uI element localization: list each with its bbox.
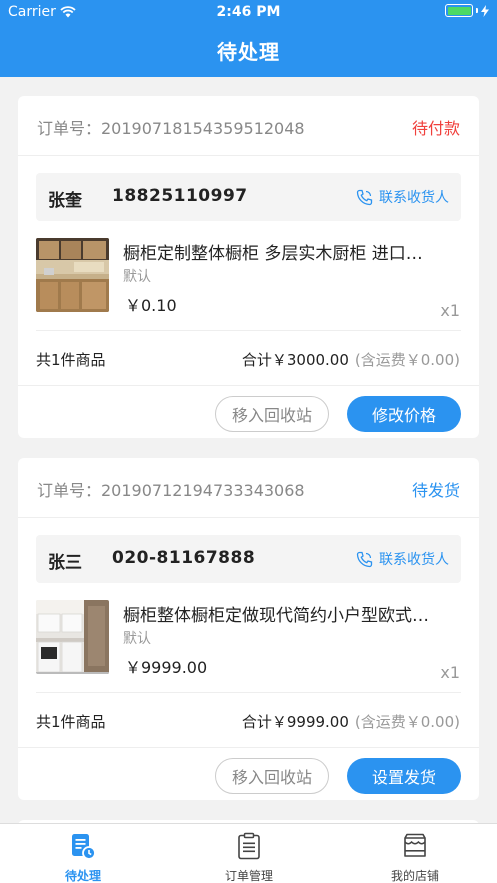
status-bar: Carrier 2:46 PM <box>0 0 497 24</box>
tab-pending[interactable]: 待处理 <box>0 824 166 883</box>
item-count: 共1件商品 <box>36 351 106 369</box>
contact-phone: 18825110997 <box>112 186 248 206</box>
battery-icon <box>445 4 473 17</box>
order-number: 订单号：20190712194733343068 <box>37 481 305 500</box>
order-header: 订单号：20190712194733343068 待发货 <box>18 458 479 518</box>
modify-price-button[interactable]: 修改价格 <box>347 396 461 432</box>
pending-doc-icon <box>72 834 96 860</box>
contact-name: 张三 <box>48 553 82 573</box>
contact-buyer-button[interactable]: 联系收货人 <box>356 187 449 207</box>
move-to-trash-button[interactable]: 移入回收站 <box>215 758 329 794</box>
shipping-fee: (含运费￥0.00) <box>354 351 460 369</box>
product-quantity: x1 <box>440 301 460 320</box>
page-title: 待处理 <box>217 40 280 64</box>
ship-order-button[interactable]: 设置发货 <box>347 758 461 794</box>
phone-icon <box>356 189 373 205</box>
product-thumbnail[interactable] <box>36 600 109 674</box>
total-amount: 合计￥9999.00 <box>241 713 349 731</box>
divider <box>18 747 479 748</box>
divider <box>36 330 461 331</box>
order-total: 合计￥9999.00 (含运费￥0.00) <box>242 711 460 732</box>
product-thumbnail[interactable] <box>36 238 109 312</box>
phone-icon <box>356 551 373 567</box>
contact-box: 张三 020-81167888 联系收货人 <box>36 535 461 583</box>
order-header: 订单号：20190718154359512048 待付款 <box>18 96 479 156</box>
contact-name: 张奎 <box>48 191 82 211</box>
total-amount: 合计￥3000.00 <box>241 351 349 369</box>
contact-box: 张奎 18825110997 联系收货人 <box>36 173 461 221</box>
item-count: 共1件商品 <box>36 713 106 731</box>
product-price: ￥9999.00 <box>125 658 208 677</box>
product-name[interactable]: 橱柜定制整体橱柜 多层实木厨柜 进口… <box>123 239 453 264</box>
order-status: 待付款 <box>411 119 460 138</box>
header-bar: Carrier 2:46 PM 待处理 <box>0 0 497 77</box>
charging-bolt-icon <box>481 4 489 17</box>
product-price: ￥0.10 <box>125 296 177 315</box>
product-name[interactable]: 橱柜整体橱柜定做现代简约小户型欧式… <box>123 601 453 626</box>
tab-label: 待处理 <box>64 869 101 883</box>
battery-indicator <box>445 4 489 17</box>
order-status: 待发货 <box>411 481 460 500</box>
tab-label: 订单管理 <box>224 869 273 883</box>
contact-buyer-label: 联系收货人 <box>379 190 449 206</box>
order-total: 合计￥3000.00 (含运费￥0.00) <box>242 349 460 370</box>
order-card[interactable]: 订单号：20190718154359512048 待付款 张奎 18825110… <box>18 96 479 438</box>
tab-order-management[interactable]: 订单管理 <box>166 824 332 883</box>
shipping-fee: (含运费￥0.00) <box>354 713 460 731</box>
move-to-trash-button[interactable]: 移入回收站 <box>215 396 329 432</box>
tab-my-store[interactable]: 我的店铺 <box>332 824 497 883</box>
contact-buyer-label: 联系收货人 <box>379 552 449 568</box>
product-spec: 默认 <box>123 269 151 285</box>
tab-bar: 待处理 订单管理 我的店铺 <box>0 823 497 883</box>
store-icon <box>404 833 426 857</box>
order-card[interactable]: 订单号：20190712194733343068 待发货 张三 020-8116… <box>18 458 479 800</box>
product-spec: 默认 <box>123 631 151 647</box>
divider <box>18 385 479 386</box>
order-number: 订单号：20190718154359512048 <box>37 119 305 138</box>
contact-phone: 020-81167888 <box>112 548 256 568</box>
clipboard-icon <box>238 832 260 860</box>
status-time: 2:46 PM <box>216 4 281 20</box>
contact-buyer-button[interactable]: 联系收货人 <box>356 549 449 569</box>
divider <box>36 692 461 693</box>
product-quantity: x1 <box>440 663 460 682</box>
tab-label: 我的店铺 <box>390 869 439 883</box>
